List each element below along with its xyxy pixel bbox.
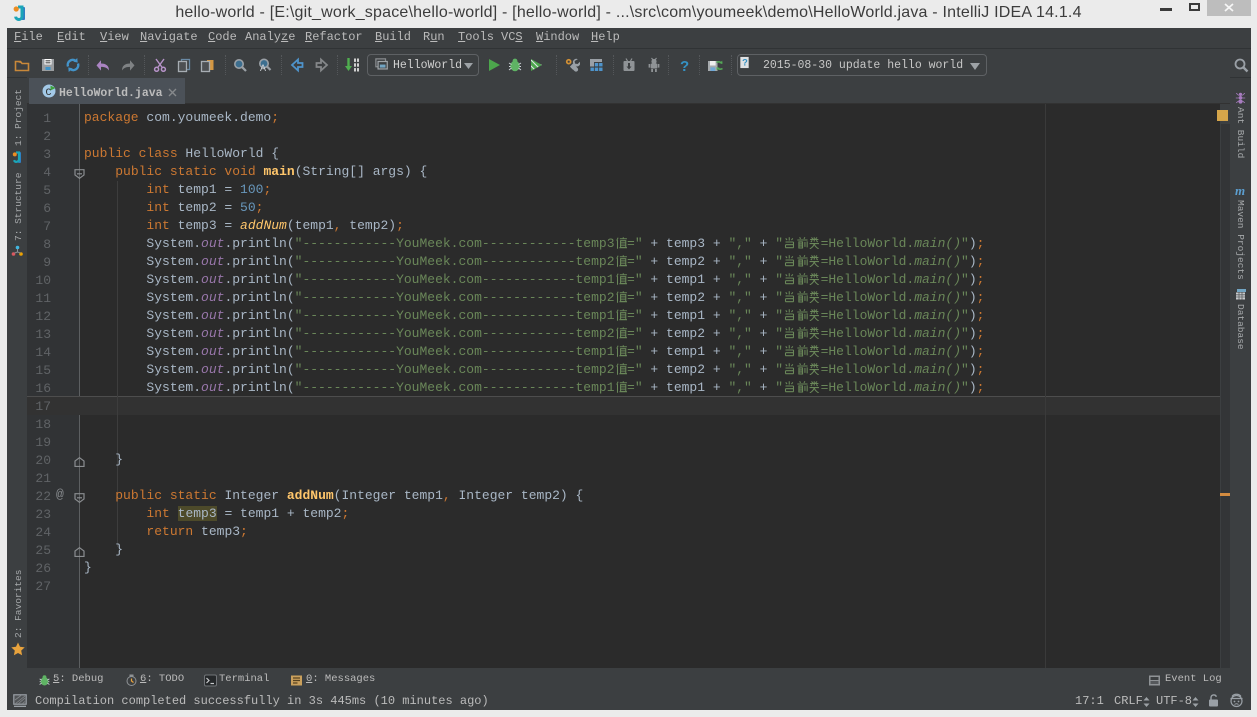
svg-text:?: ? [742,58,748,68]
svg-text:?: ? [680,58,689,73]
svg-text:A: A [260,63,266,73]
